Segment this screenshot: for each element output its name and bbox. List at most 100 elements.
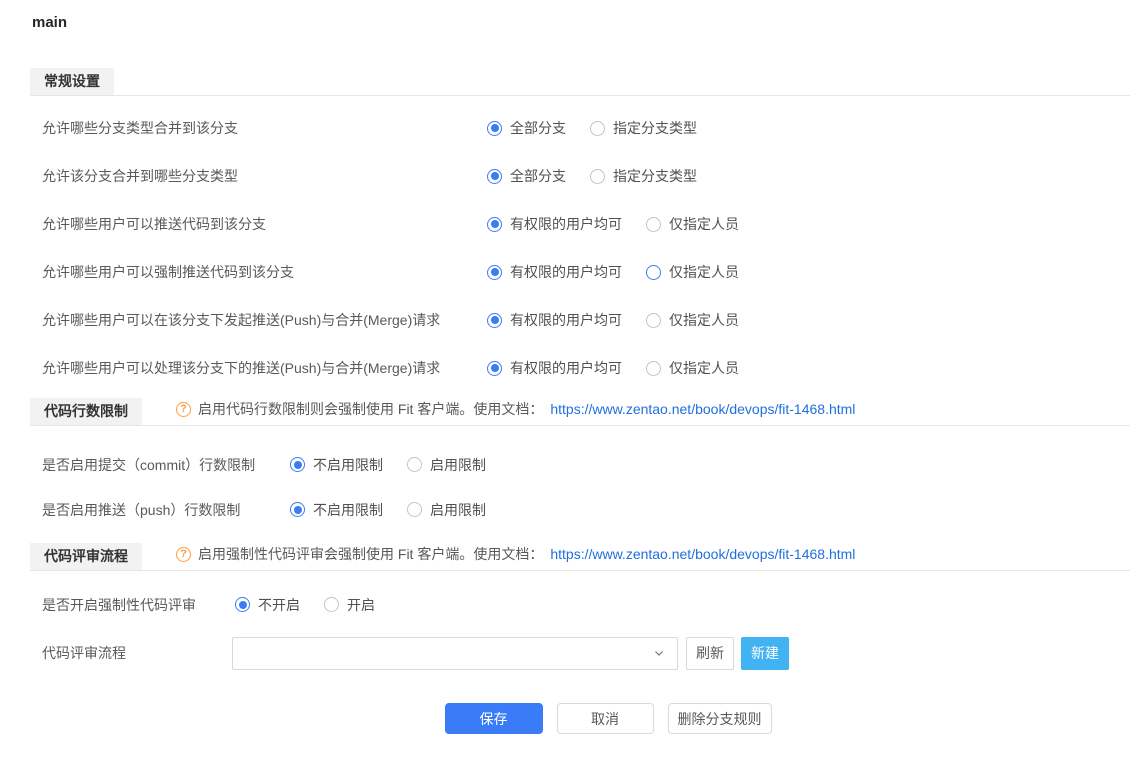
section-code-review-header: 代码评审流程 ? 启用强制性代码评审会强制使用 Fit 客户端。使用文档： ht… <box>30 543 1130 571</box>
delete-branch-rule-button[interactable]: 删除分支规则 <box>667 703 772 734</box>
save-button[interactable]: 保存 <box>444 703 543 734</box>
radio-label: 不开启 <box>258 596 300 613</box>
radio-icon[interactable] <box>290 502 305 517</box>
radio-label: 有权限的用户均可 <box>510 312 622 328</box>
radio-icon[interactable] <box>590 120 605 136</box>
radio-option[interactable]: 开启 <box>324 595 375 615</box>
radio-label: 有权限的用户均可 <box>510 360 622 376</box>
tab-code-review[interactable]: 代码评审流程 <box>30 543 142 570</box>
radio-icon[interactable] <box>646 360 661 376</box>
help-text: 启用代码行数限制则会强制使用 Fit 客户端。使用文档： <box>198 401 544 417</box>
setting-row-force-push-users: 允许哪些用户可以强制推送代码到该分支 有权限的用户均可 仅指定人员 <box>30 248 1130 296</box>
radio-label: 仅指定人员 <box>669 264 739 280</box>
setting-label: 允许哪些用户可以在该分支下发起推送(Push)与合并(Merge)请求 <box>42 312 441 328</box>
tab-general-settings[interactable]: 常规设置 <box>30 68 114 95</box>
setting-label: 允许该分支合并到哪些分支类型 <box>42 168 238 184</box>
radio-group: 有权限的用户均可 仅指定人员 <box>487 310 739 330</box>
radio-option[interactable]: 有权限的用户均可 <box>487 214 622 234</box>
radio-label: 启用限制 <box>430 501 486 518</box>
review-flow-select[interactable] <box>232 636 678 670</box>
setting-row-review-flow: 代码评审流程 刷新 新建 <box>30 627 1130 679</box>
radio-option[interactable]: 不启用限制 <box>290 455 383 475</box>
radio-label: 不启用限制 <box>313 456 383 473</box>
radio-option[interactable]: 全部分支 <box>487 166 566 186</box>
radio-label: 开启 <box>347 596 375 613</box>
radio-label: 不启用限制 <box>313 501 383 518</box>
setting-row-merge-into: 允许哪些分支类型合并到该分支 全部分支 指定分支类型 <box>30 104 1130 152</box>
radio-group: 不启用限制 启用限制 <box>290 455 486 475</box>
radio-option[interactable]: 有权限的用户均可 <box>487 262 622 282</box>
radio-option[interactable]: 启用限制 <box>407 500 486 520</box>
radio-label: 全部分支 <box>510 120 566 136</box>
radio-label: 仅指定人员 <box>669 216 739 232</box>
radio-group: 有权限的用户均可 仅指定人员 <box>487 358 739 378</box>
radio-icon[interactable] <box>646 216 661 232</box>
setting-row-create-requests: 允许哪些用户可以在该分支下发起推送(Push)与合并(Merge)请求 有权限的… <box>30 296 1130 344</box>
radio-option[interactable]: 全部分支 <box>487 118 566 138</box>
doc-link[interactable]: https://www.zentao.net/book/devops/fit-1… <box>550 546 855 562</box>
radio-icon[interactable] <box>646 264 661 280</box>
cancel-button[interactable]: 取消 <box>556 703 654 734</box>
setting-row-push-limit: 是否启用推送（push）行数限制 不启用限制 启用限制 <box>30 487 1130 532</box>
radio-label: 有权限的用户均可 <box>510 216 622 232</box>
radio-group: 全部分支 指定分支类型 <box>487 166 697 186</box>
setting-label: 是否开启强制性代码评审 <box>42 596 196 613</box>
line-limit-rows: 是否启用提交（commit）行数限制 不启用限制 启用限制 是否启用推送（pus… <box>30 442 1130 532</box>
radio-group: 有权限的用户均可 仅指定人员 <box>487 214 739 234</box>
question-circle-icon[interactable]: ? <box>176 401 191 417</box>
setting-label: 允许哪些用户可以处理该分支下的推送(Push)与合并(Merge)请求 <box>42 360 441 376</box>
radio-option[interactable]: 不启用限制 <box>290 500 383 520</box>
form-actions: 保存 取消 删除分支规则 <box>30 703 1130 734</box>
radio-group: 不开启 开启 <box>235 595 375 615</box>
question-circle-icon[interactable]: ? <box>176 546 191 562</box>
radio-icon[interactable] <box>487 168 502 184</box>
setting-label: 允许哪些分支类型合并到该分支 <box>42 120 238 136</box>
radio-icon[interactable] <box>487 312 502 328</box>
radio-label: 指定分支类型 <box>613 120 697 136</box>
radio-label: 有权限的用户均可 <box>510 264 622 280</box>
doc-link[interactable]: https://www.zentao.net/book/devops/fit-1… <box>550 401 855 417</box>
radio-icon[interactable] <box>487 264 502 280</box>
create-button[interactable]: 新建 <box>741 636 789 670</box>
radio-option[interactable]: 仅指定人员 <box>646 310 739 330</box>
radio-label: 指定分支类型 <box>613 168 697 184</box>
setting-label: 允许哪些用户可以推送代码到该分支 <box>42 216 266 232</box>
radio-icon[interactable] <box>290 457 305 472</box>
radio-icon[interactable] <box>235 597 250 612</box>
tab-line-limit[interactable]: 代码行数限制 <box>30 398 142 425</box>
radio-icon[interactable] <box>487 216 502 232</box>
setting-row-merge-to: 允许该分支合并到哪些分支类型 全部分支 指定分支类型 <box>30 152 1130 200</box>
setting-label: 代码评审流程 <box>42 645 126 661</box>
branch-settings-page: main 常规设置 允许哪些分支类型合并到该分支 全部分支 指定分支类型 允许该… <box>0 0 1138 734</box>
section-line-limit-header: 代码行数限制 ? 启用代码行数限制则会强制使用 Fit 客户端。使用文档： ht… <box>30 398 1130 426</box>
radio-group: 全部分支 指定分支类型 <box>487 118 697 138</box>
radio-icon[interactable] <box>487 120 502 136</box>
radio-group: 不启用限制 启用限制 <box>290 500 486 520</box>
radio-option[interactable]: 仅指定人员 <box>646 358 739 378</box>
radio-icon[interactable] <box>324 597 339 612</box>
section-general-header: 常规设置 <box>30 68 1130 96</box>
radio-option[interactable]: 有权限的用户均可 <box>487 310 622 330</box>
radio-option[interactable]: 仅指定人员 <box>646 214 739 234</box>
radio-option[interactable]: 不开启 <box>235 595 300 615</box>
setting-row-handle-requests: 允许哪些用户可以处理该分支下的推送(Push)与合并(Merge)请求 有权限的… <box>30 344 1130 392</box>
radio-option[interactable]: 启用限制 <box>407 455 486 475</box>
radio-icon[interactable] <box>487 360 502 376</box>
radio-icon[interactable] <box>407 457 422 472</box>
radio-icon[interactable] <box>590 168 605 184</box>
radio-icon[interactable] <box>646 312 661 328</box>
help-text: 启用强制性代码评审会强制使用 Fit 客户端。使用文档： <box>198 546 544 562</box>
radio-option[interactable]: 有权限的用户均可 <box>487 358 622 378</box>
radio-option[interactable]: 仅指定人员 <box>646 262 739 282</box>
line-limit-help: ? 启用代码行数限制则会强制使用 Fit 客户端。使用文档： https://w… <box>176 399 855 425</box>
radio-option[interactable]: 指定分支类型 <box>590 118 697 138</box>
refresh-button[interactable]: 刷新 <box>686 636 734 670</box>
radio-group: 有权限的用户均可 仅指定人员 <box>487 262 739 282</box>
radio-option[interactable]: 指定分支类型 <box>590 166 697 186</box>
radio-icon[interactable] <box>407 502 422 517</box>
setting-row-commit-limit: 是否启用提交（commit）行数限制 不启用限制 启用限制 <box>30 442 1130 487</box>
setting-label: 允许哪些用户可以强制推送代码到该分支 <box>42 264 294 280</box>
general-settings-rows: 允许哪些分支类型合并到该分支 全部分支 指定分支类型 允许该分支合并到哪些分支类… <box>30 104 1130 392</box>
setting-label: 是否启用推送（push）行数限制 <box>42 501 241 518</box>
radio-label: 仅指定人员 <box>669 312 739 328</box>
